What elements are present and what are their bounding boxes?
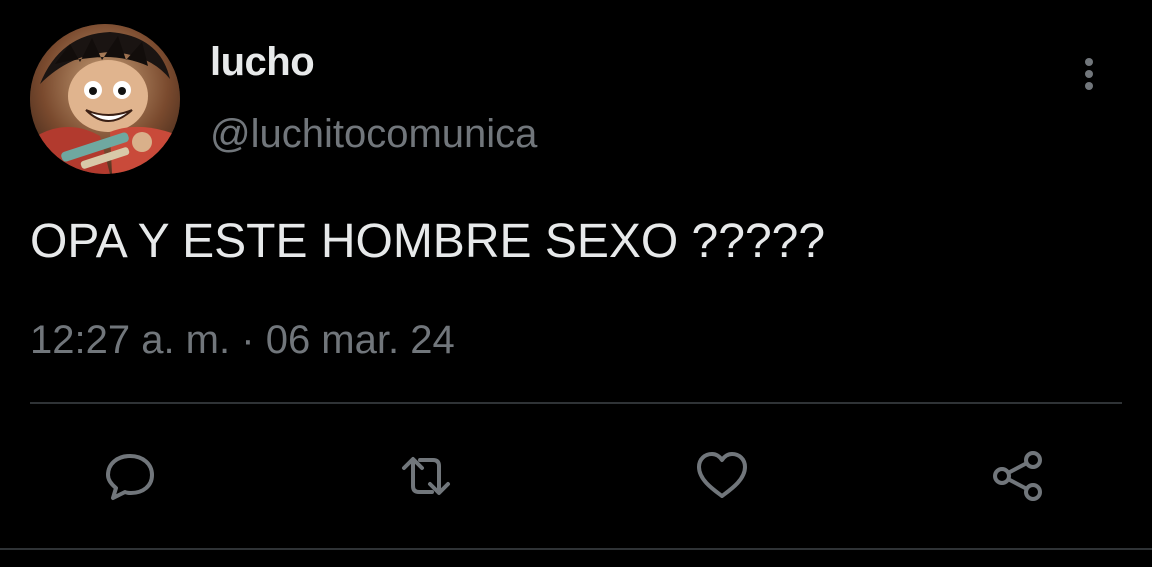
more-options-button[interactable] (1068, 52, 1112, 96)
tweet-timestamp[interactable]: 12:27 a. m. · 06 mar. 24 (30, 318, 455, 363)
display-name[interactable]: lucho (210, 40, 315, 85)
divider (30, 402, 1122, 404)
meta-separator: · (241, 318, 255, 362)
tweet-date: 06 mar. 24 (265, 318, 455, 362)
like-button[interactable] (692, 446, 752, 506)
tweet: lucho @luchitocomunica OPA Y ESTE HOMBRE… (0, 0, 1152, 567)
retweet-icon (402, 457, 450, 495)
retweet-button[interactable] (396, 446, 456, 506)
share-icon (993, 451, 1042, 501)
user-handle[interactable]: @luchitocomunica (210, 112, 537, 157)
reply-icon (106, 454, 154, 500)
avatar-image (30, 24, 180, 174)
tweet-time: 12:27 a. m. (30, 318, 231, 362)
tweet-text: OPA Y ESTE HOMBRE SEXO ????? (30, 215, 826, 268)
share-button[interactable] (988, 446, 1048, 506)
reply-button[interactable] (100, 446, 160, 506)
heart-icon (697, 452, 747, 498)
avatar[interactable] (30, 24, 180, 174)
bottom-divider (0, 548, 1152, 550)
